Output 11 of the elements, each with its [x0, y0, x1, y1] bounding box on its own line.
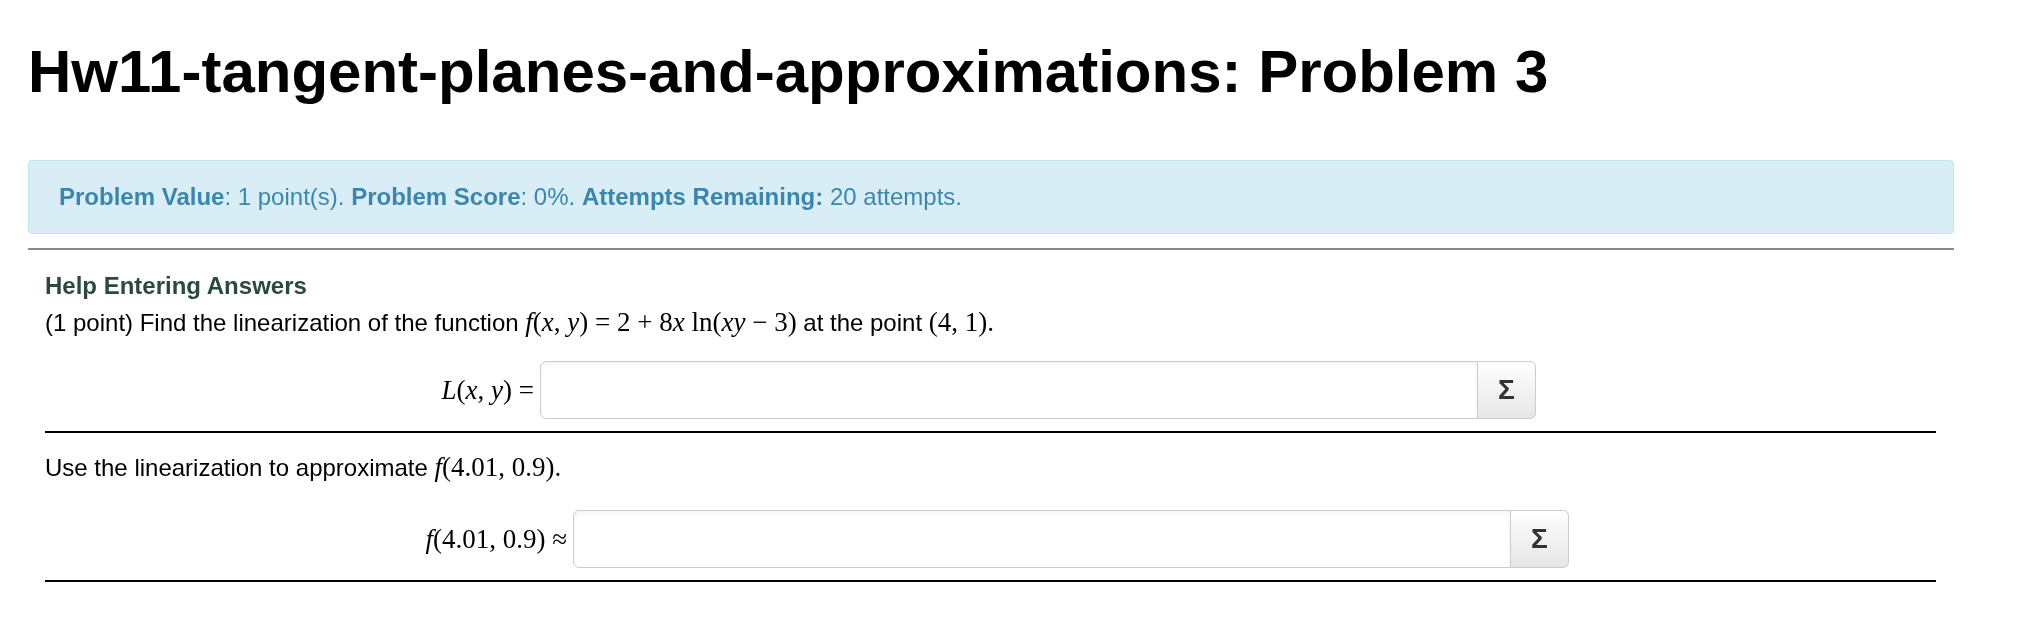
equation-editor-button[interactable]: Σ [1478, 361, 1536, 419]
problem-text: (1 point) Find the linearization of the function f(x, y) = 2 + 8x ln(xy − 3) at the point (4, 1). [45, 306, 994, 339]
answer-label: f(4.01, 0.9) ≈ [425, 522, 567, 556]
problem-status-text: Problem Value: 1 point(s). Problem Score: 0%. Attempts Remaining: 20 attempts. [59, 182, 962, 212]
question-text: Use the linearization to approximate f(4.01, 0.9). [45, 451, 562, 484]
help-link[interactable]: Help Entering Answers [45, 270, 307, 302]
answer-field[interactable] [573, 510, 1511, 568]
answer-field[interactable] [540, 361, 1478, 419]
answer-label: L(x, y) = [441, 373, 534, 407]
page-title: Hw11-tangent-planes-and-approximations: Problem 3 [28, 37, 1549, 107]
equation-editor-button[interactable]: Σ [1511, 510, 1569, 568]
